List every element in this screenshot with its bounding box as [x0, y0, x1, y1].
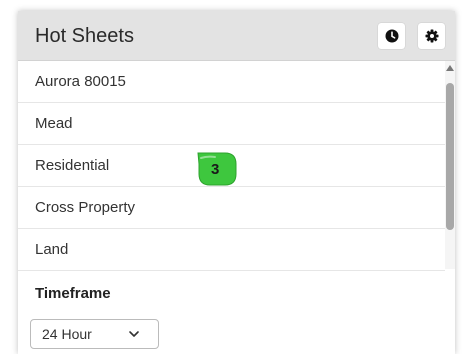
timeframe-selected-value: 24 Hour [42, 326, 92, 342]
list-item-land[interactable]: Land [18, 229, 445, 271]
chevron-down-icon [129, 331, 139, 337]
panel-header: Hot Sheets [18, 11, 455, 61]
list-item-cross-property[interactable]: Cross Property [18, 187, 445, 229]
settings-button[interactable] [418, 23, 445, 49]
badge-number: 3 [211, 161, 220, 178]
list-scrollbar[interactable] [445, 61, 455, 269]
clock-icon [385, 29, 398, 43]
timeframe-select[interactable]: 24 Hour [30, 319, 159, 349]
scroll-up-arrow[interactable] [446, 65, 454, 71]
list-item-aurora-80015[interactable]: Aurora 80015 [18, 61, 445, 103]
step-number-badge: 3 [197, 152, 237, 186]
gear-icon [425, 29, 438, 43]
scroll-thumb[interactable] [446, 83, 454, 230]
panel-title: Hot Sheets [35, 25, 134, 47]
history-button[interactable] [378, 23, 405, 49]
timeframe-label: Timeframe [35, 285, 111, 302]
list-item-mead[interactable]: Mead [18, 103, 445, 145]
